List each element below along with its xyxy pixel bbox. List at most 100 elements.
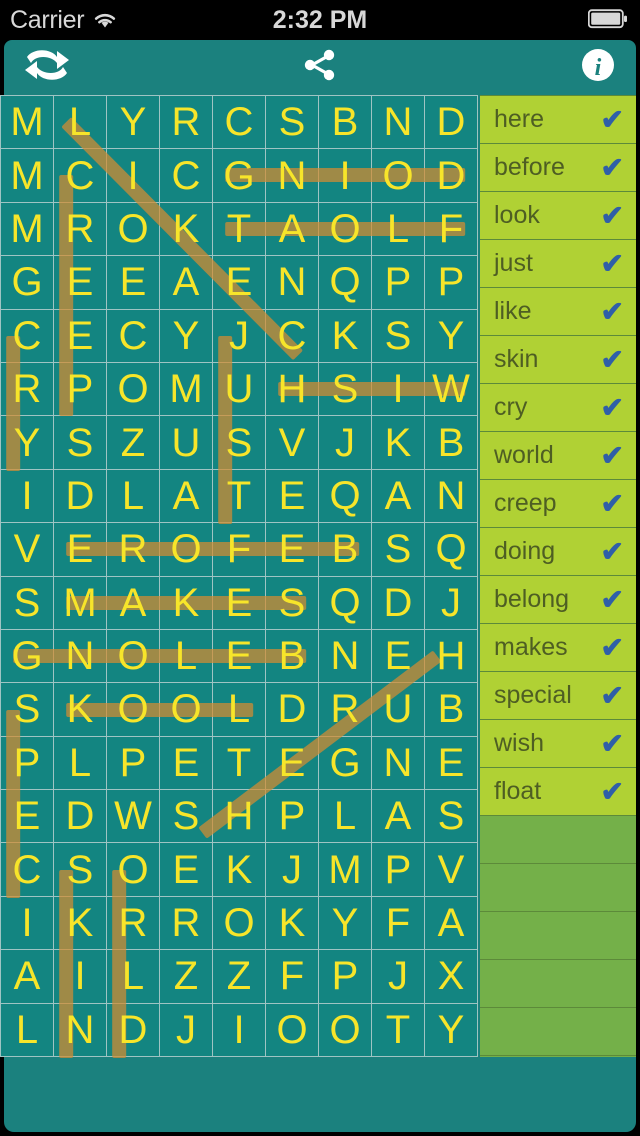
letter-cell[interactable]: V xyxy=(266,416,318,469)
letter-cell[interactable]: E xyxy=(107,256,159,309)
letter-cell[interactable]: O xyxy=(319,1003,371,1056)
letter-cell[interactable]: M xyxy=(54,576,106,629)
letter-cell[interactable]: S xyxy=(160,790,212,843)
letter-cell[interactable]: B xyxy=(319,96,371,149)
word-list-item[interactable]: here ✔ xyxy=(480,96,636,144)
letter-cell[interactable]: O xyxy=(160,523,212,576)
info-button[interactable]: i xyxy=(576,46,620,88)
letter-grid[interactable]: MLYRCSBNDMCICGNIODMROKTAOLFGEEAENQPPCECY… xyxy=(0,95,478,1057)
letter-cell[interactable]: E xyxy=(160,736,212,790)
letter-cell[interactable]: Y xyxy=(425,1003,477,1056)
letter-cell[interactable]: C xyxy=(213,96,265,149)
letter-cell[interactable]: I xyxy=(213,1003,265,1056)
letter-cell[interactable]: U xyxy=(160,416,212,469)
letter-cell[interactable]: S xyxy=(372,523,424,576)
letter-cell[interactable]: P xyxy=(266,790,318,843)
letter-cell[interactable]: S xyxy=(372,309,424,362)
letter-cell[interactable]: B xyxy=(425,683,477,736)
letter-cell[interactable]: I xyxy=(372,362,424,416)
letter-cell[interactable]: P xyxy=(425,256,477,309)
letter-cell[interactable]: D xyxy=(425,96,477,149)
letter-cell[interactable]: C xyxy=(160,149,212,202)
letter-cell[interactable]: J xyxy=(266,843,318,896)
letter-cell[interactable]: J xyxy=(372,950,424,1003)
word-list-item[interactable]: just ✔ xyxy=(480,240,636,288)
letter-cell[interactable]: L xyxy=(213,683,265,736)
letter-cell[interactable]: N xyxy=(372,96,424,149)
letter-cell[interactable]: H xyxy=(213,790,265,843)
letter-cell[interactable]: P xyxy=(372,256,424,309)
word-list-item[interactable]: skin ✔ xyxy=(480,336,636,384)
letter-cell[interactable]: Z xyxy=(107,416,159,469)
letter-cell[interactable]: J xyxy=(160,1003,212,1056)
letter-cell[interactable]: E xyxy=(213,256,265,309)
letter-cell[interactable]: O xyxy=(107,683,159,736)
letter-cell[interactable]: L xyxy=(372,202,424,256)
letter-cell[interactable]: S xyxy=(54,416,106,469)
letter-cell[interactable]: E xyxy=(266,736,318,790)
letter-cell[interactable]: M xyxy=(160,362,212,416)
letter-cell[interactable]: S xyxy=(1,576,53,629)
letter-cell[interactable]: P xyxy=(319,950,371,1003)
letter-cell[interactable]: Q xyxy=(425,523,477,576)
letter-cell[interactable]: O xyxy=(107,629,159,683)
letter-cell[interactable]: M xyxy=(319,843,371,896)
letter-cell[interactable]: W xyxy=(425,362,477,416)
letter-cell[interactable]: G xyxy=(1,256,53,309)
letter-cell[interactable]: S xyxy=(425,790,477,843)
letter-cell[interactable]: T xyxy=(213,736,265,790)
letter-cell[interactable]: K xyxy=(54,896,106,950)
letter-cell[interactable]: B xyxy=(266,629,318,683)
letter-cell[interactable]: J xyxy=(425,576,477,629)
letter-cell[interactable]: Q xyxy=(319,576,371,629)
letter-cell[interactable]: P xyxy=(107,736,159,790)
letter-cell[interactable]: N xyxy=(54,1003,106,1056)
letter-cell[interactable]: T xyxy=(213,469,265,523)
letter-cell[interactable]: B xyxy=(319,523,371,576)
letter-cell[interactable]: O xyxy=(160,683,212,736)
letter-cell[interactable]: C xyxy=(1,843,53,896)
letter-cell[interactable]: F xyxy=(372,896,424,950)
letter-cell[interactable]: E xyxy=(425,736,477,790)
letter-cell[interactable]: D xyxy=(425,149,477,202)
letter-cell[interactable]: S xyxy=(319,362,371,416)
letter-cell[interactable]: W xyxy=(107,790,159,843)
letter-cell[interactable]: R xyxy=(54,202,106,256)
letter-cell[interactable]: K xyxy=(319,309,371,362)
letter-cell[interactable]: T xyxy=(213,202,265,256)
letter-cell[interactable]: Z xyxy=(160,950,212,1003)
letter-cell[interactable]: V xyxy=(425,843,477,896)
letter-cell[interactable]: U xyxy=(213,362,265,416)
word-list-item[interactable]: creep ✔ xyxy=(480,480,636,528)
letter-cell[interactable]: S xyxy=(1,683,53,736)
letter-cell[interactable]: R xyxy=(160,896,212,950)
letter-cell[interactable]: V xyxy=(1,523,53,576)
letter-cell[interactable]: R xyxy=(107,896,159,950)
letter-cell[interactable]: J xyxy=(213,309,265,362)
letter-cell[interactable]: O xyxy=(319,202,371,256)
share-button[interactable] xyxy=(291,46,349,88)
letter-cell[interactable]: A xyxy=(266,202,318,256)
letter-cell[interactable]: F xyxy=(425,202,477,256)
word-list-item[interactable]: cry ✔ xyxy=(480,384,636,432)
letter-cell[interactable]: Y xyxy=(319,896,371,950)
letter-cell[interactable]: F xyxy=(213,523,265,576)
letter-cell[interactable]: L xyxy=(107,469,159,523)
letter-cell[interactable]: E xyxy=(54,309,106,362)
letter-cell[interactable]: E xyxy=(1,790,53,843)
letter-cell[interactable]: B xyxy=(425,416,477,469)
letter-cell[interactable]: L xyxy=(1,1003,53,1056)
letter-cell[interactable]: C xyxy=(266,309,318,362)
letter-cell[interactable]: R xyxy=(1,362,53,416)
letter-cell[interactable]: L xyxy=(54,96,106,149)
letter-cell[interactable]: R xyxy=(160,96,212,149)
letter-cell[interactable]: C xyxy=(54,149,106,202)
letter-cell[interactable]: E xyxy=(54,256,106,309)
letter-cell[interactable]: I xyxy=(319,149,371,202)
letter-cell[interactable]: X xyxy=(425,950,477,1003)
letter-cell[interactable]: I xyxy=(1,896,53,950)
letter-cell[interactable]: S xyxy=(213,416,265,469)
letter-cell[interactable]: N xyxy=(266,256,318,309)
letter-cell[interactable]: E xyxy=(160,843,212,896)
letter-cell[interactable]: D xyxy=(107,1003,159,1056)
